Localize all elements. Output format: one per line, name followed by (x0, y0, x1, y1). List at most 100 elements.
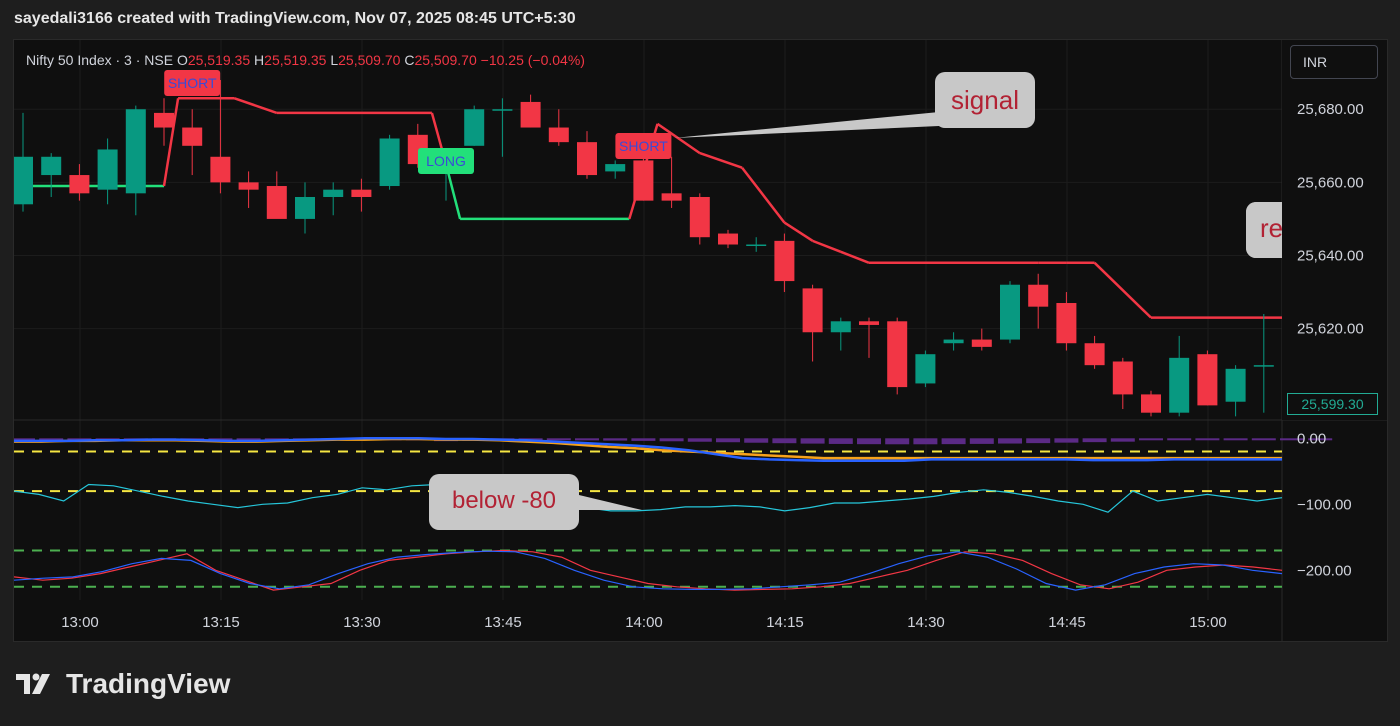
oscillator-series-line (14, 550, 1283, 591)
candle-body (633, 160, 654, 201)
candle-body (97, 149, 118, 190)
high-label: H (254, 52, 265, 68)
x-tick-label: 14:15 (766, 614, 804, 631)
candle-body (379, 138, 400, 187)
oscillator-histogram-bar (885, 438, 910, 445)
candle-body (492, 109, 513, 111)
trailing-stop-segment (741, 166, 786, 224)
change-value: −10.25 (−0.04%) (480, 52, 585, 68)
candle-body (41, 156, 62, 176)
price-axis-label: 25,680.00 (1297, 101, 1364, 118)
candle-body (238, 182, 259, 190)
oscillator-y-tick-label: 0.00 (1297, 430, 1326, 447)
x-tick-label: 13:30 (343, 614, 381, 631)
candle-body (1000, 284, 1020, 340)
trailing-stop-segment (812, 239, 842, 253)
oscillator-histogram-bar (1223, 438, 1248, 441)
candle-body (1253, 365, 1274, 367)
candle-body (1225, 368, 1246, 402)
signal-callout-pointer (674, 112, 939, 138)
oscillator-histogram-bar (857, 438, 881, 445)
oscillator-histogram-bar (631, 438, 656, 441)
re-callout-visible-text: re (1260, 213, 1283, 243)
signal-marker-label: LONG (426, 153, 466, 169)
chart-frame[interactable]: 13:00 13:15 13:30 13:45 14:00 14:15 14:30 14:45… (13, 39, 1388, 642)
candle-body (887, 321, 908, 388)
chart-credit: sayedali3166 created with TradingView.co… (14, 10, 576, 27)
below-callout-text: below -80 (452, 487, 556, 514)
candle-body (915, 354, 936, 384)
signal-marker-label: SHORT (168, 75, 217, 91)
x-tick-label: 14:45 (1048, 614, 1086, 631)
open-value: 25,519.35 (187, 52, 251, 68)
trailing-stop-segment (840, 250, 870, 264)
candle-body (548, 127, 569, 143)
high-value: 25,519.35 (264, 52, 327, 68)
open-label: O (176, 52, 188, 68)
oscillator-histogram-bar (913, 438, 938, 445)
candle-body (182, 127, 203, 146)
signal-marker-label: SHORT (619, 138, 668, 154)
candle-body (1169, 357, 1190, 413)
oscillator-histogram-bar (1139, 438, 1163, 441)
oscillator-histogram-bar (1082, 438, 1107, 443)
candle-body (210, 156, 231, 183)
close-value: 25,509.70 (414, 52, 477, 68)
candle-body (1197, 354, 1218, 406)
oscillator-histogram-bar (772, 438, 797, 444)
oscillator-histogram-bar (828, 438, 853, 444)
oscillator-series-line (14, 483, 1283, 513)
candle-body (520, 101, 541, 128)
candle-body (464, 109, 485, 146)
trailing-stop-segment (162, 98, 180, 187)
oscillator-histogram-bar (1251, 438, 1276, 441)
candle-body (718, 233, 738, 245)
tradingview-logo-icon (16, 673, 50, 694)
candle-body (971, 339, 992, 347)
oscillator-histogram-bar (969, 438, 994, 444)
candle-body (746, 244, 767, 247)
last-price-tag: 25,599.30 (1287, 393, 1378, 415)
candle-body (351, 189, 372, 197)
candle-body (154, 112, 174, 128)
oscillator-histogram-bar (1054, 438, 1079, 443)
price-axis-label: 25,620.00 (1297, 321, 1364, 338)
signal-callout-text: signal (951, 85, 1019, 115)
oscillator-histogram-bar (716, 438, 740, 443)
oscillator-histogram-bar (546, 438, 571, 441)
close-label: C (404, 52, 415, 68)
candle-body (577, 142, 597, 176)
oscillator-histogram-bar (1026, 438, 1051, 444)
candle-body (1112, 361, 1133, 395)
oscillator-histogram-bar (603, 438, 628, 441)
candle-body (943, 339, 964, 344)
candle-body (69, 175, 90, 194)
x-tick-label: 13:00 (61, 614, 99, 631)
candle-body (1028, 284, 1049, 307)
candle-body (605, 164, 626, 172)
x-tick-label: 14:00 (625, 614, 663, 631)
oscillator-histogram-bar (941, 438, 966, 445)
low-value: 25,509.70 (338, 52, 401, 68)
candle-body (295, 196, 315, 219)
candle-body (774, 240, 795, 282)
oscillator-histogram-bar (1167, 438, 1192, 441)
currency-button[interactable]: INR (1290, 45, 1378, 79)
oscillator-histogram-bar (1110, 438, 1135, 442)
candle-body (1141, 394, 1161, 413)
x-tick-label: 13:45 (484, 614, 522, 631)
trailing-stop-segment (699, 151, 743, 169)
candle-body (125, 109, 146, 194)
symbol-legend[interactable]: Nifty 50 Index · 3 · NSE O25,519.35 H25,… (26, 52, 585, 68)
axis-mask (1282, 40, 1387, 420)
candlestick-chart[interactable]: 13:00 13:15 13:30 13:45 14:00 14:15 14:30 14:45… (14, 40, 1387, 641)
candle-body (802, 288, 823, 333)
candle-body (859, 321, 879, 325)
x-tick-label: 14:30 (907, 614, 945, 631)
candle-body (1056, 303, 1077, 344)
oscillator-histogram-bar (1195, 438, 1220, 441)
oscillator-histogram-bar (998, 438, 1022, 444)
oscillator-histogram-bar (575, 438, 599, 441)
oscillator-y-tick-label: −200.00 (1297, 562, 1352, 579)
trailing-stop-segment (783, 221, 814, 242)
